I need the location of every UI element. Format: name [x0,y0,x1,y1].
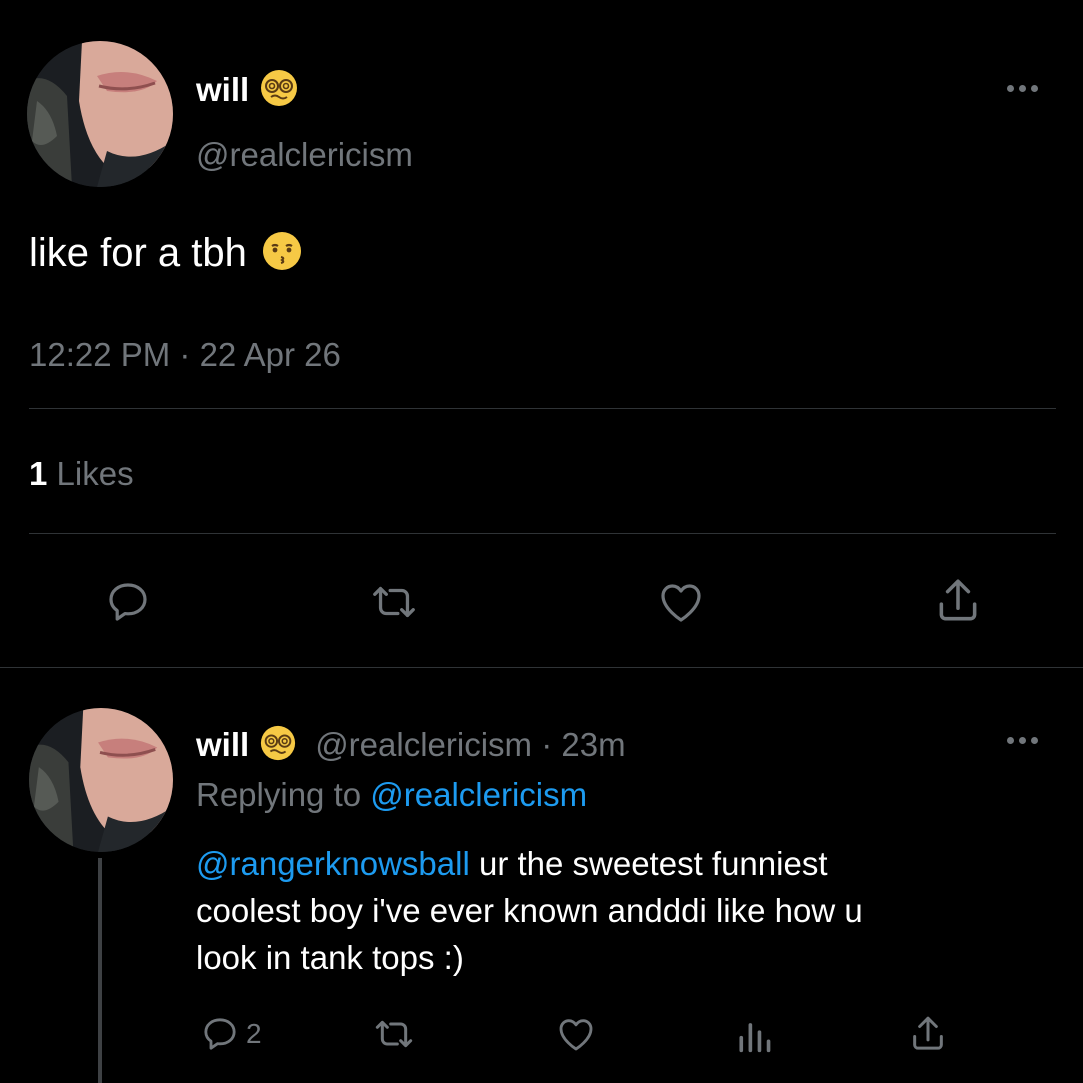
analytics-icon [739,1023,771,1053]
divider [29,408,1056,409]
retweet-button[interactable] [372,1014,416,1054]
more-options-icon[interactable] [1007,737,1038,744]
divider [0,667,1083,668]
likes-stat[interactable]: 1 Likes [29,455,134,493]
likes-label: Likes [56,455,134,492]
reply-text: @rangerknowsball ur the sweetest funnies… [196,840,863,981]
handle[interactable]: @realclericism [196,136,413,174]
like-button[interactable] [654,578,708,626]
likes-count: 1 [29,455,48,492]
tweet-timestamp[interactable]: 12:22 PM · 22 Apr 26 [29,336,341,374]
dizzy-face-emoji [259,68,299,113]
thread-line [98,858,102,1083]
handle-and-time[interactable]: @realclericism · 23m [315,726,625,764]
reply-text-line1: ur the sweetest funniest [469,845,828,882]
display-name[interactable]: will [196,726,249,764]
share-icon [913,1016,943,1050]
like-icon [559,1019,593,1051]
retweet-icon [375,1020,413,1048]
divider [29,533,1056,534]
dizzy-face-emoji [259,724,297,767]
replying-to: Replying to @realclericism [196,776,587,814]
tweet-text: like for a tbh [29,231,247,275]
share-button[interactable] [933,575,983,627]
avatar-photo [29,708,173,852]
reply-icon [204,1018,236,1050]
reply-icon [109,583,147,621]
reply-text-line3: look in tank tops :) [196,939,464,976]
like-icon [661,584,701,622]
like-button[interactable] [553,1014,599,1054]
avatar[interactable] [27,41,173,187]
share-button[interactable] [908,1012,948,1056]
reply-button[interactable] [104,578,152,626]
replying-to-prefix: Replying to [196,776,371,813]
kissing-face-emoji [261,230,303,277]
mention-link[interactable]: @rangerknowsball [196,845,470,882]
reply-button[interactable]: 2 [200,1014,262,1054]
avatar-photo [27,41,173,187]
retweet-button[interactable] [369,578,419,626]
display-name[interactable]: will [196,71,249,109]
retweet-icon [373,586,415,618]
share-icon [939,579,977,621]
more-options-icon[interactable] [1007,85,1038,92]
reply-text-line2: coolest boy i've ever known andddi like … [196,892,863,929]
avatar[interactable] [29,708,173,852]
replying-to-handle[interactable]: @realclericism [370,776,587,813]
analytics-button[interactable] [735,1014,773,1054]
reply-count: 2 [246,1018,262,1049]
